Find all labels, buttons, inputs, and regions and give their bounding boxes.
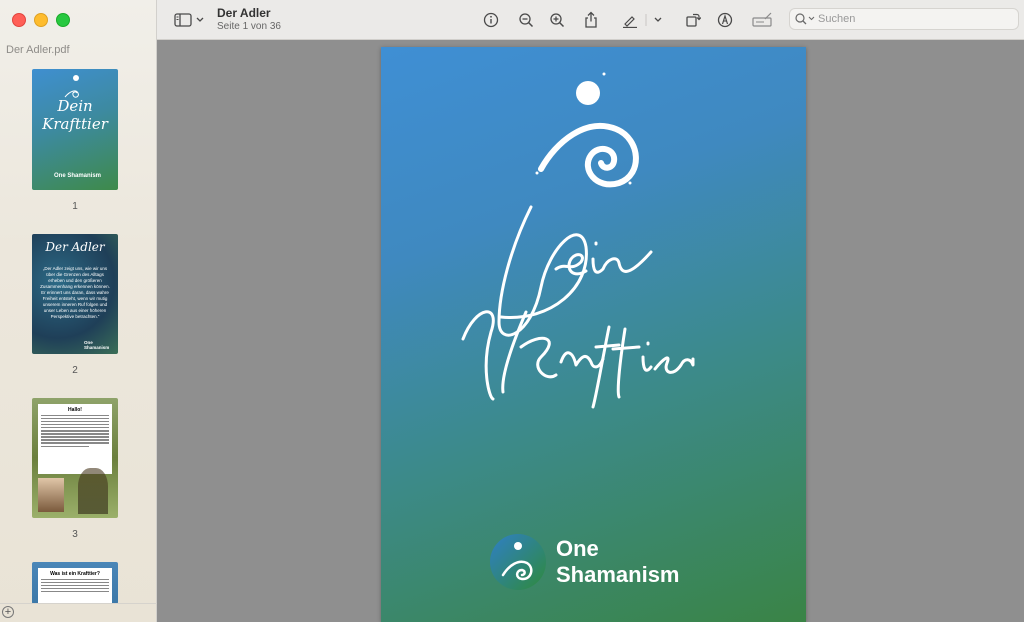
thumbnail-text-lines (41, 414, 109, 448)
thumbnail-title: Dein Krafttier (42, 97, 108, 133)
thumbnail-number-3: 3 (72, 529, 78, 540)
share-button[interactable] (581, 10, 601, 30)
thumbnail-logo: One Shamanism (84, 340, 110, 350)
zoom-in-icon (550, 13, 565, 28)
zoom-in-button[interactable] (547, 10, 567, 30)
search-icon (795, 13, 815, 25)
sidebar-footer: + (0, 603, 157, 622)
sidebar-icon (174, 13, 204, 27)
minimize-window-button[interactable] (34, 13, 48, 27)
page-thumbnail-4[interactable]: Was ist ein Krafttier? (32, 562, 118, 604)
rotate-button[interactable] (683, 10, 703, 30)
tree-image (78, 468, 108, 514)
window-title: Der Adler (217, 6, 271, 20)
rotate-icon (686, 13, 701, 27)
thumbnail-heading: Hallo! (68, 407, 82, 413)
zoom-out-icon (519, 13, 534, 28)
logo-wordmark: One Shamanism (556, 536, 680, 588)
thumbnail-text-card: Was ist ein Krafttier? (38, 568, 112, 604)
add-page-button[interactable]: + (2, 606, 14, 618)
highlight-button[interactable] (621, 10, 665, 30)
script-title-lettering (461, 205, 695, 409)
logo-emblem-icon (490, 534, 546, 590)
thumbnail-heading: Was ist ein Krafttier? (50, 571, 100, 577)
thumbnail-quote: „Der Adler zeigt uns, wie wir uns über d… (40, 266, 110, 319)
markup-button[interactable] (715, 10, 735, 30)
info-button[interactable] (481, 10, 501, 30)
thumbnail-title: Der Adler (45, 240, 105, 254)
thumbnail-logo: One Shamanism (54, 173, 102, 179)
sidebar-toggle-button[interactable] (173, 10, 207, 30)
logo-line-one: One (556, 536, 599, 561)
page-thumbnail-1[interactable]: Dein Krafttier One Shamanism (32, 69, 118, 190)
one-shamanism-logo: One Shamanism (489, 533, 680, 591)
search-field[interactable] (789, 8, 1019, 30)
thumbnail-number-2: 2 (72, 365, 78, 376)
document-title-block: Der Adler Seite 1 von 36 (217, 6, 281, 32)
portrait-photo (38, 478, 64, 512)
info-icon (483, 12, 499, 28)
thumbnail-text-card: Hallo! (38, 404, 112, 474)
form-fill-button[interactable] (751, 10, 775, 30)
spiral-logo-icon (535, 72, 639, 188)
zoom-out-button[interactable] (516, 10, 536, 30)
logo-line-shamanism: Shamanism (556, 562, 680, 587)
thumbnail-text-lines (41, 578, 109, 593)
thumbnail-number-1: 1 (72, 201, 78, 212)
share-icon (585, 11, 597, 28)
fullscreen-window-button[interactable] (56, 13, 70, 27)
close-window-button[interactable] (12, 13, 26, 27)
page-thumbnail-3[interactable]: Hallo! (32, 398, 118, 518)
form-fill-icon (752, 12, 772, 27)
window-controls (12, 13, 70, 27)
toolbar: Der Adler Seite 1 von 36 (157, 0, 1024, 40)
highlight-pen-icon (623, 14, 662, 28)
page-thumbnail-2[interactable]: Der Adler „Der Adler zeigt uns, wie wir … (32, 234, 118, 354)
document-page-1: One Shamanism (381, 47, 806, 622)
document-filename: Der Adler.pdf (6, 44, 70, 56)
search-input[interactable] (816, 12, 1010, 26)
thumbnail-sidebar: Der Adler.pdf Dein Krafttier One Shamani… (0, 0, 157, 622)
page-indicator: Seite 1 von 36 (217, 21, 281, 32)
markup-icon (717, 12, 733, 28)
